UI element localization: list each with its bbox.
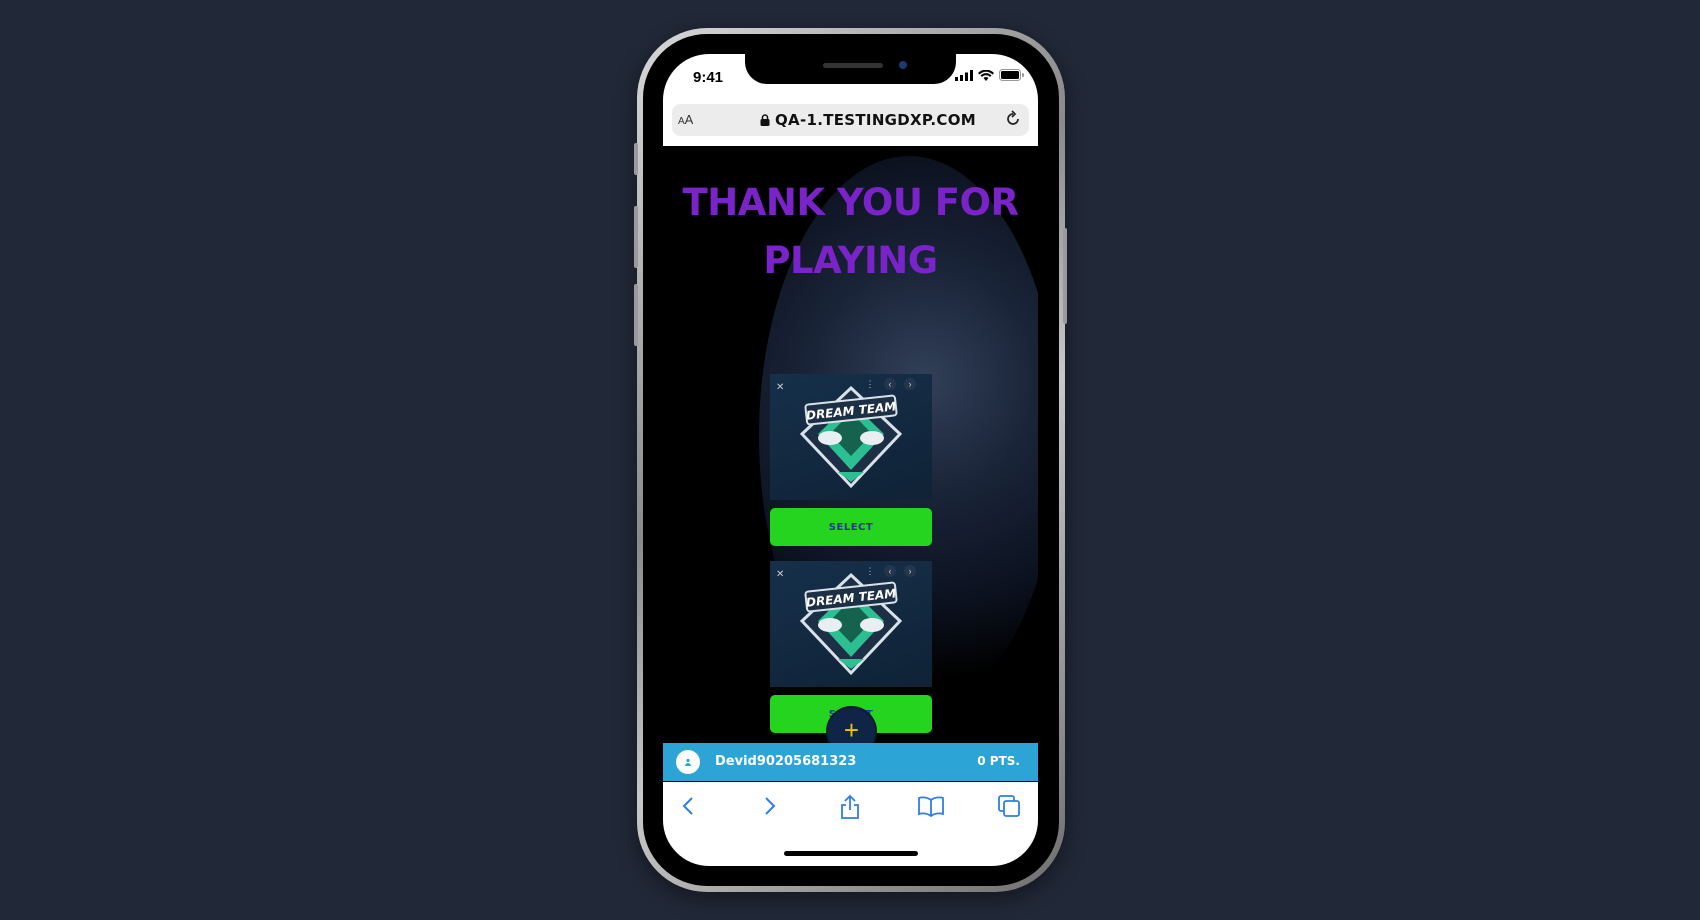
wifi-icon [978, 69, 994, 81]
page-content: THANK YOU FOR PLAYING ✕ ⋮ ‹ › DREAM TEAM… [663, 146, 1038, 758]
phone-screen: 9:41 AAAA [663, 54, 1038, 866]
page-title: THANK YOU FOR PLAYING [682, 181, 1019, 282]
speaker [823, 63, 883, 68]
avatar[interactable] [676, 750, 700, 774]
chevron-right-icon[interactable]: › [904, 565, 916, 577]
dream-team-logo: DREAM TEAM [799, 385, 903, 489]
browser-address-area: AAAA QA-1.TESTINGDXP.COM [663, 102, 1038, 146]
user-bar: Devid90205681323 0 PTS. [663, 743, 1038, 781]
power-button [1063, 228, 1067, 324]
team-card-image[interactable]: ✕ ⋮ ‹ › DREAM TEAM [770, 561, 932, 687]
status-time: 9:41 [693, 69, 724, 86]
forward-icon[interactable] [759, 794, 779, 818]
bookmarks-icon[interactable] [917, 794, 945, 818]
url-text: QA-1.TESTINGDXP.COM [775, 111, 977, 129]
status-bar: 9:41 [663, 54, 1038, 102]
home-indicator [784, 851, 918, 856]
notch [745, 54, 956, 84]
username: Devid90205681323 [715, 754, 857, 769]
status-icons [955, 69, 1024, 81]
mute-switch [634, 143, 638, 175]
points-display: 0 PTS. [977, 754, 1020, 768]
volume-down-button [634, 284, 638, 346]
close-icon[interactable]: ✕ [776, 382, 784, 393]
dream-team-logo: DREAM TEAM [799, 572, 903, 676]
select-button[interactable]: SELECT [770, 508, 932, 546]
back-icon[interactable] [679, 794, 699, 818]
volume-up-button [634, 206, 638, 268]
team-card-image[interactable]: ✕ ⋮ ‹ › DREAM TEAM [770, 374, 932, 500]
browser-toolbar [663, 782, 1038, 866]
share-icon[interactable] [839, 794, 861, 820]
reload-icon[interactable] [1003, 109, 1023, 129]
close-icon[interactable]: ✕ [776, 569, 784, 580]
chevron-right-icon[interactable]: › [904, 378, 916, 390]
lock-icon [760, 114, 770, 126]
tabs-icon[interactable] [997, 794, 1021, 818]
reader-options-button[interactable]: AAAA [678, 112, 693, 127]
url-display[interactable]: QA-1.TESTINGDXP.COM [760, 111, 976, 129]
camera [899, 61, 907, 69]
battery-icon [999, 69, 1024, 81]
user-icon [685, 758, 691, 766]
signal-icon [955, 69, 973, 81]
address-bar[interactable]: AAAA QA-1.TESTINGDXP.COM [672, 104, 1029, 136]
